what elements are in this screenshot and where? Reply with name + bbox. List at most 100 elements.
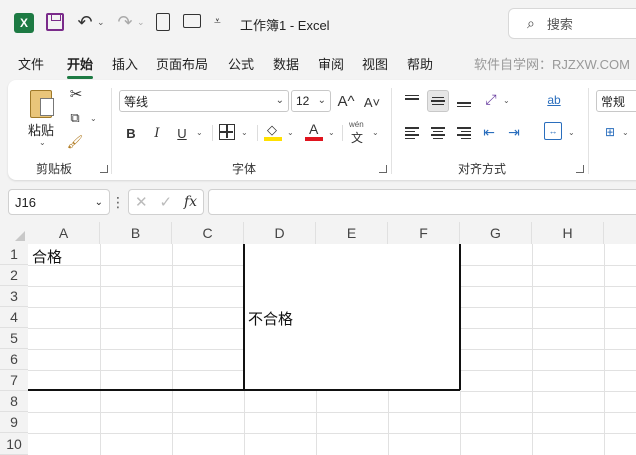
tab-page-layout[interactable]: 页面布局 <box>156 54 208 73</box>
separator <box>342 125 343 141</box>
row-header-7[interactable]: 7 <box>0 370 28 391</box>
copy-dropdown-icon[interactable]: ⌄ <box>90 114 97 123</box>
tab-data[interactable]: 数据 <box>273 54 299 73</box>
increase-font-size-button[interactable]: A^ <box>336 90 356 112</box>
search-box[interactable]: ⌕ 搜索 <box>508 8 636 39</box>
font-launcher-icon[interactable] <box>379 165 387 173</box>
column-header-a[interactable]: A <box>28 222 100 244</box>
paste-button[interactable] <box>28 86 58 120</box>
open-folder-icon[interactable] <box>183 14 201 28</box>
font-color-button[interactable]: A <box>305 121 323 142</box>
wrap-text-button[interactable]: ab <box>544 90 564 110</box>
orientation-dropdown-icon[interactable]: ⌄ <box>503 96 510 105</box>
decrease-indent-icon[interactable]: ⇤ <box>480 123 498 141</box>
phonetic-dropdown-icon[interactable]: ⌄ <box>372 128 379 137</box>
gridline <box>460 370 636 371</box>
font-size-select[interactable]: 12 ⌄ <box>291 90 331 112</box>
borders-icon[interactable] <box>219 124 235 140</box>
font-name-select[interactable]: 等线 ⌄ <box>119 90 289 112</box>
spreadsheet-grid[interactable]: A B C D E F G H 1 2 3 4 5 6 7 8 9 10 合格 … <box>0 222 636 455</box>
fill-color-dropdown-icon[interactable]: ⌄ <box>287 128 294 137</box>
bottom-align-button[interactable] <box>453 92 475 114</box>
orientation-icon[interactable]: ⤢ <box>482 90 500 108</box>
new-file-icon[interactable] <box>156 13 170 31</box>
copy-icon[interactable]: ⧉ <box>67 110 83 126</box>
paste-dropdown-icon[interactable]: ⌄ <box>39 138 46 147</box>
ribbon-tabs: 文件 开始 插入 页面布局 公式 数据 审阅 视图 帮助 软件自学网：RJZXW… <box>0 48 636 79</box>
row-header-2[interactable]: 2 <box>0 265 28 286</box>
select-all-corner[interactable] <box>0 222 28 244</box>
underline-button[interactable]: U <box>174 124 190 142</box>
phonetic-guide-button[interactable]: wén 文 <box>348 120 370 145</box>
row-header-4[interactable]: 4 <box>0 307 28 328</box>
merge-dropdown-icon[interactable]: ⌄ <box>568 128 575 137</box>
align-center-button[interactable] <box>427 122 449 144</box>
column-header-i[interactable] <box>604 222 636 244</box>
tab-help[interactable]: 帮助 <box>407 54 433 73</box>
clipboard-launcher-icon[interactable] <box>100 165 108 173</box>
name-box[interactable]: J16 ⌄ <box>8 189 110 215</box>
tab-home[interactable]: 开始 <box>67 54 94 79</box>
undo-dropdown-icon[interactable]: ⌄ <box>97 17 105 28</box>
name-box-value: J16 <box>15 194 36 210</box>
column-header-c[interactable]: C <box>172 222 244 244</box>
group-divider <box>588 88 589 174</box>
accounting-dropdown-icon[interactable]: ⌄ <box>622 128 629 137</box>
align-left-button[interactable] <box>401 122 423 144</box>
number-format-select[interactable]: 常规 <box>596 90 636 112</box>
group-divider <box>391 88 392 174</box>
row-header-10[interactable]: 10 <box>0 433 28 455</box>
row-header-6[interactable]: 6 <box>0 349 28 370</box>
column-header-h[interactable]: H <box>532 222 604 244</box>
format-painter-icon[interactable]: 🖌 <box>67 134 84 150</box>
cell-d1-merged[interactable]: 不合格 <box>248 308 293 329</box>
paste-label[interactable]: 粘贴 <box>28 120 54 139</box>
tab-insert[interactable]: 插入 <box>112 54 138 73</box>
excel-logo-icon: X <box>14 13 34 33</box>
align-right-button[interactable] <box>453 122 475 144</box>
decrease-font-size-button[interactable]: A˅ <box>362 92 382 112</box>
home-ribbon: 粘贴 ⌄ ✂ ⧉ ⌄ 🖌 剪贴板 等线 ⌄ 12 ⌄ A^ A˅ B I U ⌄… <box>8 80 636 180</box>
column-header-g[interactable]: G <box>460 222 532 244</box>
paste-page-icon <box>40 98 54 116</box>
undo-icon[interactable]: ↶ <box>74 11 96 33</box>
column-header-b[interactable]: B <box>100 222 172 244</box>
bold-button[interactable]: B <box>123 124 139 142</box>
tab-formulas[interactable]: 公式 <box>228 54 254 73</box>
row-header-3[interactable]: 3 <box>0 286 28 307</box>
cut-icon[interactable]: ✂ <box>68 86 84 103</box>
fill-color-swatch <box>264 137 282 141</box>
tab-view[interactable]: 视图 <box>362 54 388 73</box>
column-header-f[interactable]: F <box>388 222 460 244</box>
column-header-d[interactable]: D <box>244 222 316 244</box>
italic-button[interactable]: I <box>149 124 165 142</box>
increase-indent-icon[interactable]: ⇥ <box>505 123 523 141</box>
gridline <box>460 328 636 329</box>
save-icon[interactable] <box>46 13 64 31</box>
fill-color-button[interactable]: ◇ <box>264 122 282 142</box>
enter-icon: ✓ <box>159 194 173 211</box>
row-header-8[interactable]: 8 <box>0 391 28 412</box>
number-format-value: 常规 <box>601 94 626 109</box>
insert-function-button[interactable]: fx <box>184 194 197 210</box>
accounting-format-icon[interactable]: ⊞ <box>600 123 620 141</box>
search-placeholder: 搜索 <box>546 17 573 32</box>
customize-quick-access-icon[interactable]: ⩡ <box>214 14 221 29</box>
middle-align-button[interactable] <box>427 90 449 112</box>
tab-file[interactable]: 文件 <box>18 54 44 73</box>
underline-dropdown-icon[interactable]: ⌄ <box>196 128 203 137</box>
alignment-launcher-icon[interactable] <box>576 165 584 173</box>
merge-center-icon[interactable]: ↔ <box>544 122 562 140</box>
column-header-e[interactable]: E <box>316 222 388 244</box>
borders-dropdown-icon[interactable]: ⌄ <box>241 128 248 137</box>
top-align-button[interactable] <box>401 88 423 110</box>
row-header-5[interactable]: 5 <box>0 328 28 349</box>
font-color-dropdown-icon[interactable]: ⌄ <box>328 128 335 137</box>
formula-input[interactable] <box>208 189 636 215</box>
row-header-9[interactable]: 9 <box>0 412 28 433</box>
cell-a1[interactable]: 合格 <box>32 246 62 267</box>
row-header-1[interactable]: 1 <box>0 244 28 265</box>
more-options-icon[interactable]: ⋮ <box>111 194 125 210</box>
gridline <box>460 286 636 287</box>
tab-review[interactable]: 审阅 <box>318 54 344 73</box>
